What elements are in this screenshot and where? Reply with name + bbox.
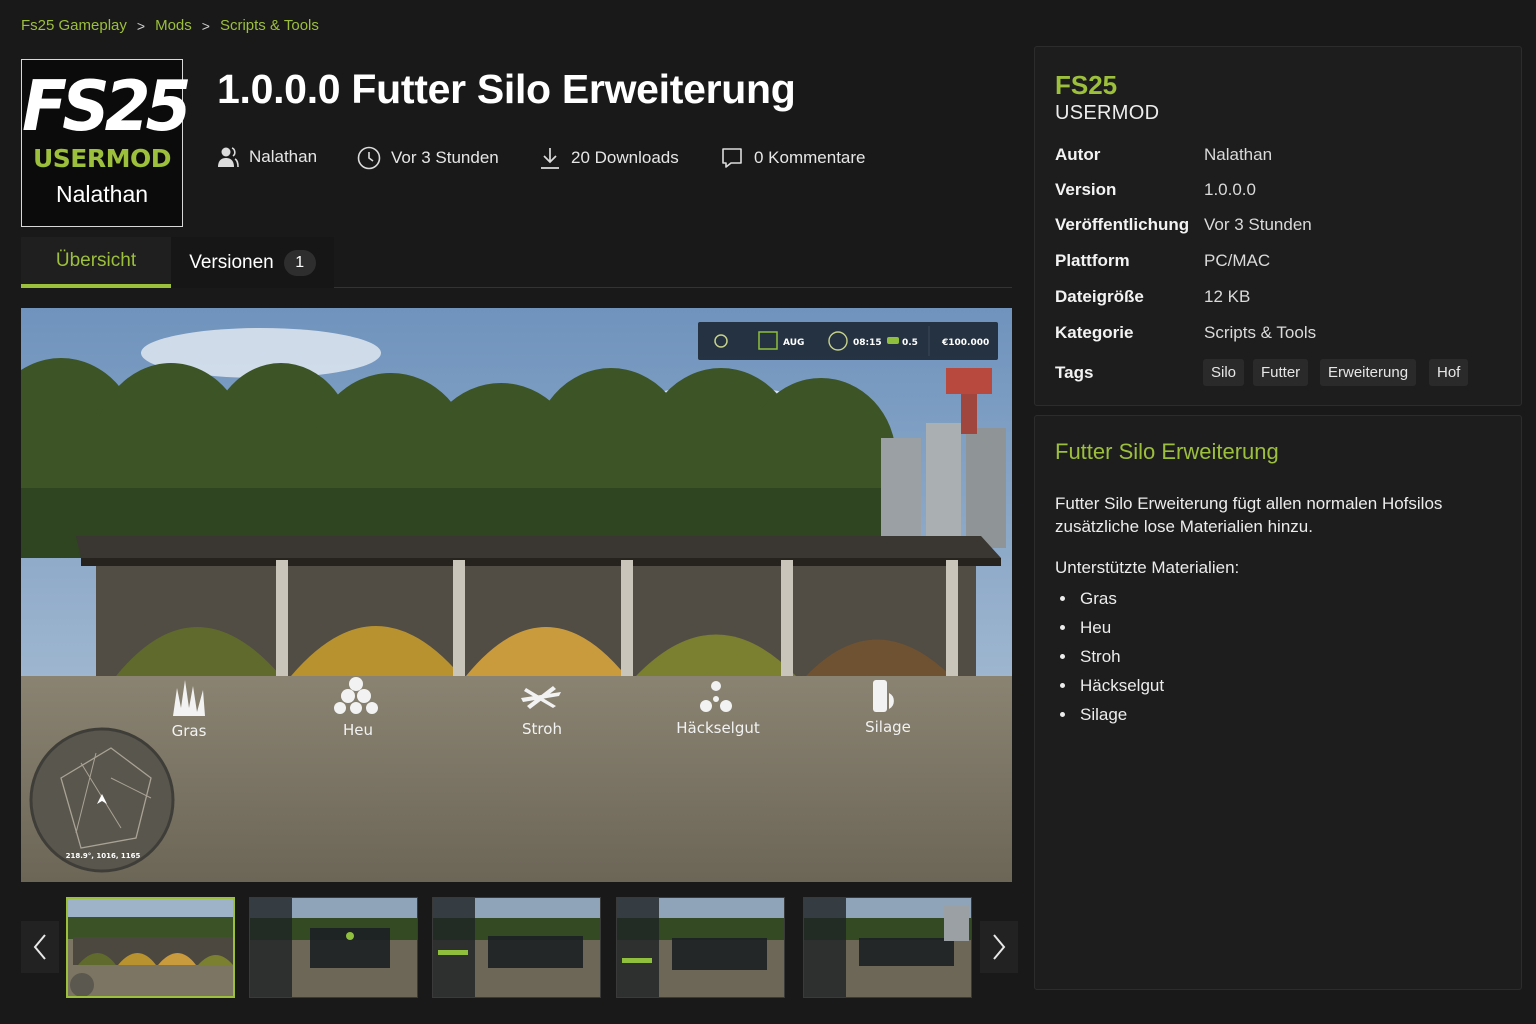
info-key-filesize: Dateigröße [1055, 287, 1144, 306]
chevron-left-icon [33, 934, 46, 960]
thumbnail-3[interactable] [432, 897, 601, 998]
thumbnail-2[interactable] [249, 897, 418, 998]
meta-author-text: Nalathan [249, 147, 318, 166]
tab-versions-label: Versionen [189, 251, 274, 273]
breadcrumb-separator: > [136, 17, 146, 34]
label-heu: Heu [343, 721, 373, 739]
main-screenshot[interactable]: AUG 08:15 0.5 €100.000 Gras Heu Stroh Hä… [21, 308, 1012, 882]
label-haeckselgut: Häckselgut [676, 719, 760, 737]
info-key-published: Veröffentlichung [1055, 215, 1190, 234]
label-gras: Gras [172, 722, 207, 740]
description-title: Futter Silo Erweiterung [1055, 439, 1279, 464]
info-key-tags: Tags [1055, 363, 1094, 382]
material-name: Stroh [1080, 646, 1121, 666]
materials-heading: Unterstützte Materialien: [1055, 558, 1240, 577]
bullet-icon [1060, 683, 1065, 688]
info-value-author[interactable]: Nalathan [1204, 145, 1272, 165]
logo-type: USERMOD [32, 144, 172, 173]
hud-month: AUG [783, 338, 804, 348]
tag-erweiterung[interactable]: Erweiterung [1320, 359, 1417, 386]
chevron-right-icon [993, 934, 1006, 960]
comment-icon [722, 148, 742, 168]
tag-hof[interactable]: Hof [1429, 359, 1469, 386]
material-name: Gras [1080, 588, 1117, 608]
info-value-version: 1.0.0.0 [1204, 180, 1256, 199]
minimap: 218.9°, 1016, 1165 [29, 727, 175, 873]
hud-speed: 0.5 [902, 338, 918, 348]
logo-game: FS25 [22, 66, 191, 147]
meta-time-text: Vor 3 Stunden [391, 148, 499, 167]
list-item: Häckselgut [1060, 671, 1164, 700]
info-key-platform: Plattform [1055, 251, 1130, 270]
hud-money: €100.000 [941, 338, 989, 348]
logo-author: Nalathan [55, 181, 149, 207]
bullet-icon [1060, 596, 1065, 601]
info-value-platform: PC/MAC [1204, 251, 1271, 270]
minimap-coords: 218.9°, 1016, 1165 [66, 852, 141, 860]
list-item: Stroh [1060, 642, 1164, 671]
material-name: Häckselgut [1080, 675, 1165, 695]
meta-downloads: 20 Downloads [539, 146, 679, 170]
meta-downloads-text: 20 Downloads [571, 148, 679, 167]
bullet-icon [1060, 654, 1065, 659]
label-stroh: Stroh [522, 720, 562, 738]
breadcrumb: Fs25 Gameplay > Mods > Scripts & Tools [21, 17, 319, 34]
hud-time: 08:15 [853, 338, 882, 348]
info-value-filesize: 12 KB [1204, 287, 1251, 306]
meta-author[interactable]: Nalathan [217, 146, 317, 168]
clock-icon [357, 146, 381, 170]
list-item: Silage [1060, 700, 1164, 729]
page-title: 1.0.0.0 Futter Silo Erweiterung [217, 66, 796, 112]
materials-list: Gras Heu Stroh Häckselgut Silage [1060, 584, 1164, 729]
thumbnail-5[interactable] [803, 897, 972, 998]
thumbnail-prev-button[interactable] [21, 921, 59, 973]
description-text: Futter Silo Erweiterung fügt allen norma… [1055, 494, 1443, 536]
breadcrumb-link-gameplay[interactable]: Fs25 Gameplay [21, 17, 127, 34]
list-item: Gras [1060, 584, 1164, 613]
game-scene: AUG 08:15 0.5 €100.000 Gras Heu Stroh Hä… [21, 308, 1012, 882]
breadcrumb-link-category[interactable]: Scripts & Tools [220, 17, 319, 34]
meta-time: Vor 3 Stunden [357, 146, 499, 170]
versions-count-badge: 1 [283, 249, 316, 276]
list-item: Heu [1060, 613, 1164, 642]
label-silage: Silage [865, 718, 911, 736]
meta-comments[interactable]: 0 Kommentare [720, 146, 866, 170]
tab-overview[interactable]: Übersicht [21, 237, 171, 288]
info-value-published: Vor 3 Stunden [1204, 215, 1312, 234]
info-value-category[interactable]: Scripts & Tools [1204, 323, 1316, 343]
thumbnail-4[interactable] [616, 897, 785, 998]
user-icon [218, 147, 239, 168]
info-game: FS25 [1055, 70, 1118, 100]
bullet-icon [1060, 625, 1065, 630]
info-key-author: Autor [1055, 145, 1101, 164]
material-name: Heu [1080, 617, 1112, 637]
breadcrumb-separator: > [201, 17, 210, 34]
info-type: USERMOD [1055, 102, 1160, 124]
thumbnail-next-button[interactable] [980, 921, 1018, 973]
tag-silo[interactable]: Silo [1203, 359, 1245, 386]
tag-futter[interactable]: Futter [1253, 359, 1309, 386]
thumbnail-1[interactable] [66, 897, 235, 998]
info-key-version: Version [1055, 180, 1117, 199]
bullet-icon [1060, 712, 1065, 717]
download-icon [541, 148, 559, 169]
meta-comments-text: 0 Kommentare [754, 148, 866, 167]
mod-logo: FS25 USERMOD Nalathan [21, 59, 191, 227]
info-key-category: Kategorie [1055, 323, 1134, 342]
material-name: Silage [1080, 704, 1128, 724]
breadcrumb-link-mods[interactable]: Mods [155, 17, 192, 34]
tab-versions[interactable]: Versionen 1 [171, 237, 334, 288]
